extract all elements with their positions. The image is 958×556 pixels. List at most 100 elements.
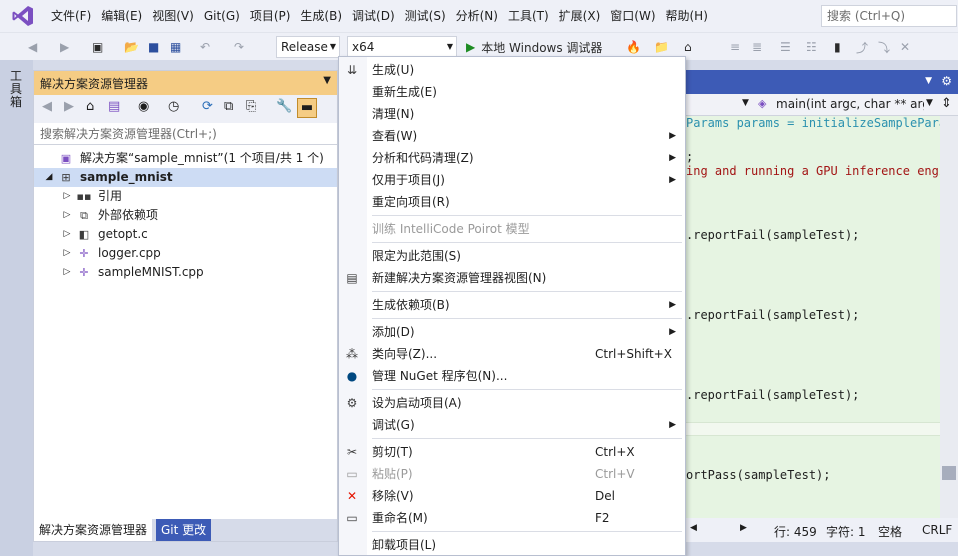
context-menu-item[interactable]: ✂ 剪切(T) Ctrl+X (339, 441, 685, 463)
scrollbar-thumb[interactable] (942, 466, 956, 480)
context-menu-item[interactable]: ▭ 重命名(M) F2 (339, 507, 685, 529)
menu-item[interactable]: 生成(B) (295, 0, 347, 32)
line-ending-indicator[interactable]: CRLF (922, 523, 952, 537)
split-editor-icon[interactable]: ⇕ (941, 96, 952, 111)
menu-item[interactable]: 工具(T) (503, 0, 554, 32)
code-area[interactable]: Params params = initializeSampleParams ;… (686, 116, 958, 518)
context-menu-item[interactable]: ⁂ 类向导(Z)... Ctrl+Shift+X (339, 343, 685, 365)
clear-bookmarks-icon[interactable]: ✕ (900, 37, 910, 57)
tree-node[interactable]: ▷ ✛ logger.cpp (34, 244, 337, 263)
menu-item[interactable]: Git(G) (199, 0, 245, 32)
function-selector[interactable]: main(int argc, char ** argv) (776, 97, 924, 111)
menu-item[interactable]: 文件(F) (46, 0, 96, 32)
settings-gear-icon[interactable]: ⚙ (941, 74, 952, 88)
tree-node[interactable]: ▷ ✛ sampleMNIST.cpp (34, 263, 337, 282)
context-menu-item[interactable]: 添加(D) ▶ (339, 321, 685, 343)
line-indicator[interactable]: 行: 459 (774, 523, 817, 540)
context-menu-item[interactable]: ✕ 移除(V) Del (339, 485, 685, 507)
comment-icon[interactable]: ☰ (780, 37, 791, 57)
scroll-right-icon[interactable]: ▶ (740, 523, 747, 533)
prev-bookmark-icon[interactable]: ⤴ (856, 37, 868, 57)
configuration-select[interactable]: Release ▼ (276, 36, 340, 58)
context-menu-item[interactable]: 生成依赖项(B) ▶ (339, 294, 685, 316)
whitespace-indicator[interactable]: 空格 (878, 523, 902, 540)
solution-search-input[interactable]: 搜索解决方案资源管理器(Ctrl+;) (34, 123, 337, 145)
next-bookmark-icon[interactable]: ⤵ (878, 37, 890, 57)
redo-icon[interactable]: ↷ (234, 37, 244, 57)
context-menu-item[interactable]: ▤ 新建解决方案资源管理器视图(N) (339, 267, 685, 289)
chevron-down-icon[interactable]: ▼ (742, 98, 749, 108)
context-menu-item[interactable]: 分析和代码清理(Z) ▶ (339, 147, 685, 169)
bookmark-icon[interactable]: ▮ (834, 37, 841, 57)
dropdown-icon[interactable]: ▼ (323, 75, 331, 86)
tree-node[interactable]: ▷ ◧ getopt.c (34, 225, 337, 244)
align-icon[interactable]: ≡ (730, 37, 740, 57)
new-item-icon[interactable]: ▣ (92, 37, 103, 57)
refresh-icon[interactable]: ⟳ (202, 99, 213, 114)
menu-item[interactable]: 编辑(E) (96, 0, 147, 32)
uncomment-icon[interactable]: ☷ (806, 37, 817, 57)
menu-item[interactable]: 窗口(W) (605, 0, 660, 32)
expanded-chevron-icon[interactable]: ◢ (44, 168, 54, 187)
visual-studio-logo-icon[interactable] (0, 0, 46, 32)
globe-icon[interactable]: ◉ (138, 99, 149, 114)
platform-select[interactable]: x64 ▼ (347, 36, 457, 58)
tab-git-changes[interactable]: Git 更改 (156, 519, 212, 541)
forward-icon[interactable]: ▶ (64, 99, 74, 114)
collapse-all-icon[interactable]: ⧉ (224, 99, 233, 114)
context-menu-item[interactable]: 限定为此范围(S) (339, 245, 685, 267)
format-icon[interactable]: ≣ (752, 37, 762, 57)
vertical-scrollbar[interactable] (940, 116, 958, 518)
tree-node[interactable]: ▷ ▪▪ 引用 (34, 187, 337, 206)
menu-item[interactable]: 视图(V) (147, 0, 199, 32)
context-menu-item[interactable]: 查看(W) ▶ (339, 125, 685, 147)
context-menu-item[interactable]: 清理(N) (339, 103, 685, 125)
history-icon[interactable]: ◷ (168, 99, 179, 114)
menu-item[interactable]: 扩展(X) (554, 0, 606, 32)
wrench-icon[interactable]: 🔧 (276, 99, 292, 114)
show-all-files-icon[interactable]: ⎘ (246, 99, 256, 114)
browse-folder-icon[interactable]: 📁 (654, 37, 669, 57)
tree-node[interactable]: ▷ ⧉ 外部依赖项 (34, 206, 337, 225)
undo-icon[interactable]: ↶ (200, 37, 210, 57)
home-icon[interactable]: ⌂ (86, 99, 94, 114)
column-indicator[interactable]: 字符: 1 (826, 523, 866, 540)
open-file-icon[interactable]: 📂 (124, 37, 139, 57)
tab-overflow-icon[interactable]: ▼ (925, 76, 932, 86)
back-icon[interactable]: ◀ (28, 37, 37, 57)
collapsed-chevron-icon[interactable]: ▷ (62, 263, 72, 282)
context-menu-item[interactable]: ● 管理 NuGet 程序包(N)... (339, 365, 685, 387)
context-menu-item[interactable]: 重新生成(E) (339, 81, 685, 103)
menu-item[interactable]: 项目(P) (245, 0, 296, 32)
forward-icon[interactable]: ▶ (60, 37, 69, 57)
context-menu-item[interactable]: ⇊ 生成(U) (339, 59, 685, 81)
search-input[interactable]: 搜索 (Ctrl+Q) (821, 5, 957, 27)
tree-node[interactable]: ◢ ⊞ sample_mnist (34, 168, 337, 187)
context-menu-item[interactable]: 调试(G) ▶ (339, 414, 685, 436)
context-menu-item[interactable]: 重定向项目(R) (339, 191, 685, 213)
start-debugging-button[interactable]: ▶ 本地 Windows 调试器 (466, 36, 602, 58)
context-menu-item[interactable]: 卸载项目(L) (339, 534, 685, 555)
save-all-icon[interactable]: ▦ (170, 37, 181, 57)
collapsed-chevron-icon[interactable]: ▷ (62, 206, 72, 225)
menu-item[interactable]: 分析(N) (451, 0, 503, 32)
switch-views-icon[interactable]: ▤ (108, 99, 120, 114)
context-menu-item[interactable]: 仅用于项目(J) ▶ (339, 169, 685, 191)
home-icon[interactable]: ⌂ (684, 37, 692, 57)
collapsed-chevron-icon[interactable]: ▷ (62, 225, 72, 244)
collapsed-chevron-icon[interactable]: ▷ (62, 244, 72, 263)
context-menu-item[interactable]: ⚙ 设为启动项目(A) (339, 392, 685, 414)
toolbox-tab[interactable]: 工具箱 (10, 70, 24, 109)
chevron-down-icon[interactable]: ▼ (926, 98, 933, 108)
back-icon[interactable]: ◀ (42, 99, 52, 114)
tab-solution-explorer[interactable]: 解决方案资源管理器 (34, 519, 153, 541)
tree-node[interactable]: ▣ 解决方案“sample_mnist”(1 个项目/共 1 个) (34, 149, 337, 168)
save-icon[interactable]: ■ (148, 37, 159, 57)
collapsed-chevron-icon[interactable]: ▷ (62, 187, 72, 206)
preview-toggle-icon[interactable]: ▬ (297, 98, 317, 118)
menu-item[interactable]: 调试(D) (347, 0, 400, 32)
menu-item[interactable]: 帮助(H) (661, 0, 713, 32)
hot-reload-icon[interactable]: 🔥 (626, 37, 641, 57)
menu-item[interactable]: 测试(S) (400, 0, 451, 32)
scroll-left-icon[interactable]: ◀ (690, 523, 697, 533)
